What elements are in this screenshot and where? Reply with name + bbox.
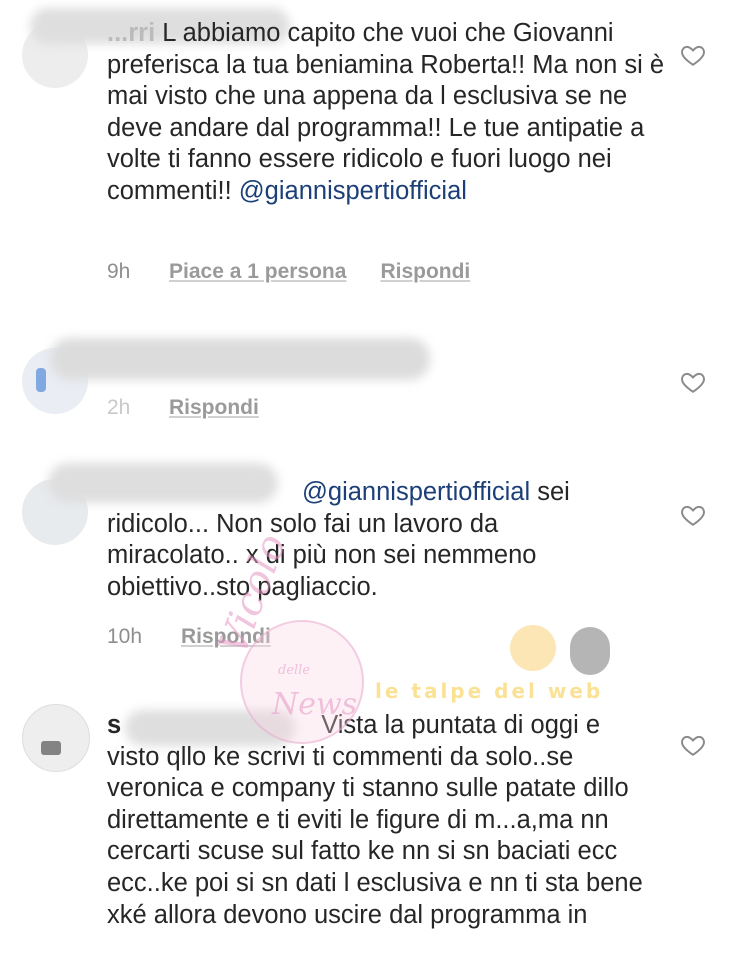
timestamp: 10h [107,625,143,648]
watermark-small: delle [278,663,311,678]
redacted-username [50,338,430,380]
username[interactable]: ...rri [107,19,155,47]
comment-meta: 10h Rispondi [107,625,305,649]
mention-link[interactable]: @giannispertiofficial [302,478,530,506]
comment-meta: 9h Piace a 1 persona Rispondi [107,260,504,284]
username[interactable]: s [107,711,121,739]
comments-feed: ...rri L abbiamo capito che vuoi che Gio… [0,0,750,974]
reply-button[interactable]: Rispondi [181,625,271,649]
comment-text: ...rri L abbiamo capito che vuoi che Gio… [107,18,667,208]
heart-outline-icon[interactable] [680,369,706,395]
comment-text: s Vista la puntata di oggi e visto qllo k… [107,710,647,931]
reply-button[interactable]: Rispondi [169,396,259,420]
comment-item: @giannispertiofficial sei ridicolo... No… [0,455,750,655]
heart-outline-icon[interactable] [680,732,706,758]
heart-outline-icon[interactable] [680,502,706,528]
comment-text: @giannispertiofficial sei ridicolo... No… [107,477,607,603]
comment-item: 2h Rispondi [0,320,750,440]
timestamp: 2h [107,396,131,419]
comment-meta: 2h Rispondi [107,396,293,420]
likes-count-link[interactable]: Piace a 1 persona [169,260,346,284]
avatar[interactable] [22,704,90,772]
heart-outline-icon[interactable] [680,42,706,68]
timestamp: 9h [107,260,131,283]
comment-body: Vista la puntata di oggi e visto qllo ke… [107,711,643,929]
comment-item: s Vista la puntata di oggi e visto qllo k… [0,690,750,974]
comment-item: ...rri L abbiamo capito che vuoi che Gio… [0,0,750,300]
mention-link[interactable]: @giannispertiofficial [239,177,467,205]
reply-button[interactable]: Rispondi [380,260,470,284]
